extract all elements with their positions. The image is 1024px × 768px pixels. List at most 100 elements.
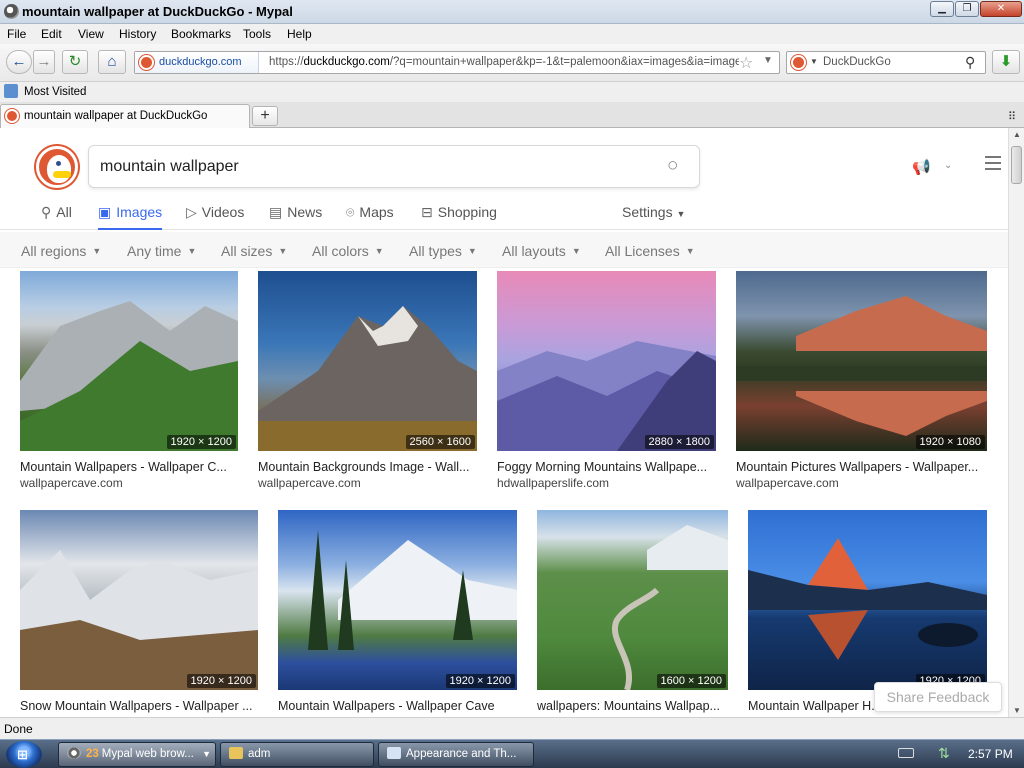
result-source[interactable]: hdwallpaperslife.com: [497, 476, 609, 490]
menu-bookmarks[interactable]: Bookmarks: [171, 27, 231, 41]
chevron-down-icon[interactable]: ▼: [810, 57, 818, 66]
mypal-icon: [67, 747, 81, 759]
site-identity-box[interactable]: duckduckgo.com: [135, 52, 259, 73]
search-input[interactable]: mountain wallpaper ○: [88, 145, 700, 188]
search-bar[interactable]: ▼ DuckDuckGo ⚲: [786, 51, 986, 74]
result-thumbnail[interactable]: 1600 × 1200: [537, 510, 728, 690]
address-bar[interactable]: duckduckgo.com https://duckduckgo.com/?q…: [134, 51, 780, 74]
result-title[interactable]: Snow Mountain Wallpapers - Wallpaper ...: [20, 699, 258, 713]
result-title[interactable]: Foggy Morning Mountains Wallpape...: [497, 460, 716, 474]
duckduckgo-logo[interactable]: [36, 146, 78, 188]
reload-button[interactable]: ↻: [62, 50, 88, 74]
image-result[interactable]: 1920 × 1200 Mountain Wallpapers - Wallpa…: [20, 271, 238, 491]
result-thumbnail[interactable]: 2880 × 1800: [497, 271, 716, 451]
filter-time[interactable]: Any time ▼: [127, 243, 196, 259]
tab-list-icon[interactable]: ⠿: [1008, 110, 1016, 123]
filter-type[interactable]: All types ▼: [409, 243, 477, 259]
search-icon: ⚲: [41, 204, 52, 220]
chevron-down-icon[interactable]: ⌄: [944, 160, 952, 171]
search-placeholder: DuckDuckGo: [823, 56, 891, 68]
back-button[interactable]: ←: [6, 50, 32, 74]
image-dimensions: 1600 × 1200: [656, 674, 726, 688]
result-title[interactable]: wallpapers: Mountains Wallpap...: [537, 699, 728, 713]
search-query[interactable]: mountain wallpaper: [100, 158, 239, 176]
image-result[interactable]: 1920 × 1200 Snow Mountain Wallpapers - W…: [20, 510, 258, 717]
taskbar-item-mypal[interactable]: 23 Mypal web brow... ▼: [58, 742, 216, 767]
scroll-up-icon[interactable]: ▲: [1013, 130, 1021, 139]
filter-license[interactable]: All Licenses ▼: [605, 243, 695, 259]
navigation-toolbar: ← → ↻ ⌂ duckduckgo.com https://duckduckg…: [0, 44, 1024, 82]
result-title[interactable]: Mountain Wallpapers - Wallpaper C...: [20, 460, 238, 474]
menu-edit[interactable]: Edit: [41, 27, 62, 41]
image-result[interactable]: 2880 × 1800 Foggy Morning Mountains Wall…: [497, 271, 716, 491]
filter-layout[interactable]: All layouts ▼: [502, 243, 581, 259]
taskbar-item-appearance[interactable]: Appearance and Th...: [378, 742, 534, 767]
url-text[interactable]: https://duckduckgo.com/?q=mountain+wallp…: [269, 56, 739, 68]
menu-history[interactable]: History: [119, 27, 156, 41]
new-tab-button[interactable]: +: [252, 106, 278, 126]
bookmark-star-icon[interactable]: ☆: [739, 53, 753, 73]
home-button[interactable]: ⌂: [98, 50, 126, 74]
result-thumbnail[interactable]: 1920 × 1080: [736, 271, 987, 451]
mypal-app-icon: [4, 4, 19, 19]
bookmark-most-visited[interactable]: Most Visited: [24, 86, 86, 98]
tab-all[interactable]: ⚲ All: [41, 204, 72, 230]
url-prefix: https://: [269, 56, 304, 68]
duckduckgo-favicon: [139, 55, 154, 70]
image-result[interactable]: 2560 × 1600 Mountain Backgrounds Image -…: [258, 271, 477, 491]
url-dropdown-icon[interactable]: ▼: [763, 55, 773, 66]
search-icon[interactable]: ○: [667, 155, 678, 177]
result-thumbnail[interactable]: 1920 × 1200: [278, 510, 517, 690]
result-title[interactable]: Mountain Backgrounds Image - Wall...: [258, 460, 477, 474]
tab-news[interactable]: ▤ News: [269, 204, 322, 230]
vertical-scrollbar[interactable]: ▲ ▼: [1008, 128, 1024, 717]
result-title[interactable]: Mountain Pictures Wallpapers - Wallpaper…: [736, 460, 987, 474]
folder-icon: [229, 747, 243, 759]
tab-images[interactable]: ▣ Images: [98, 204, 163, 230]
result-source[interactable]: wallpapercave.com: [258, 476, 361, 490]
downloads-button[interactable]: ⬇: [992, 50, 1020, 74]
browser-tab[interactable]: mountain wallpaper at DuckDuckGo: [0, 104, 250, 128]
result-thumbnail[interactable]: 1920 × 1200: [20, 510, 258, 690]
hamburger-menu-icon[interactable]: [985, 156, 1001, 170]
result-source[interactable]: wallpapercave.com: [736, 476, 839, 490]
minimize-button[interactable]: ▁: [930, 1, 954, 17]
tab-shopping[interactable]: ⊟ Shopping: [421, 204, 497, 230]
image-result[interactable]: 1920 × 1200 Mountain Wallpapers - Wallpa…: [278, 510, 517, 717]
filter-size[interactable]: All sizes ▼: [221, 243, 287, 259]
result-thumbnail[interactable]: 1920 × 1200: [748, 510, 987, 690]
share-feedback-button[interactable]: Share Feedback: [874, 682, 1002, 712]
scroll-down-icon[interactable]: ▼: [1013, 706, 1021, 715]
menu-tools[interactable]: Tools: [243, 27, 271, 41]
control-panel-icon: [387, 747, 401, 759]
result-thumbnail[interactable]: 2560 × 1600: [258, 271, 477, 451]
settings-dropdown[interactable]: Settings ▼: [622, 204, 685, 220]
maximize-button[interactable]: ❐: [955, 1, 979, 17]
menu-view[interactable]: View: [78, 27, 104, 41]
filter-region[interactable]: All regions ▼: [21, 243, 101, 259]
menu-file[interactable]: File: [7, 27, 26, 41]
result-thumbnail[interactable]: 1920 × 1200: [20, 271, 238, 451]
url-rest: /?q=mountain+wallpaper&kp=-1&t=palemoon&…: [389, 56, 739, 68]
taskbar-item-adm[interactable]: adm: [220, 742, 374, 767]
tab-maps[interactable]: ⌾ Maps: [346, 204, 394, 230]
image-dimensions: 2560 × 1600: [405, 435, 475, 449]
tab-videos[interactable]: ▷ Videos: [186, 204, 244, 230]
image-result[interactable]: 1920 × 1080 Mountain Pictures Wallpapers…: [736, 271, 987, 491]
result-source[interactable]: wallpapercave.com: [20, 476, 123, 490]
menu-help[interactable]: Help: [287, 27, 312, 41]
filter-color[interactable]: All colors ▼: [312, 243, 384, 259]
result-title[interactable]: Mountain Wallpapers - Wallpaper Cave: [278, 699, 517, 713]
start-button[interactable]: ⊞: [6, 741, 42, 768]
scrollbar-thumb[interactable]: [1011, 146, 1022, 184]
search-engine-icon[interactable]: [791, 55, 806, 70]
close-button[interactable]: ✕: [980, 1, 1022, 17]
image-result[interactable]: 1600 × 1200 wallpapers: Mountains Wallpa…: [537, 510, 728, 717]
keyboard-icon[interactable]: [898, 748, 914, 758]
megaphone-icon[interactable]: 📢: [912, 158, 931, 176]
network-icon[interactable]: ⇅: [938, 745, 950, 762]
search-icon[interactable]: ⚲: [965, 54, 975, 71]
clock[interactable]: 2:57 PM: [968, 747, 1013, 761]
chevron-down-icon: ▼: [92, 246, 102, 256]
forward-button[interactable]: →: [33, 50, 55, 74]
